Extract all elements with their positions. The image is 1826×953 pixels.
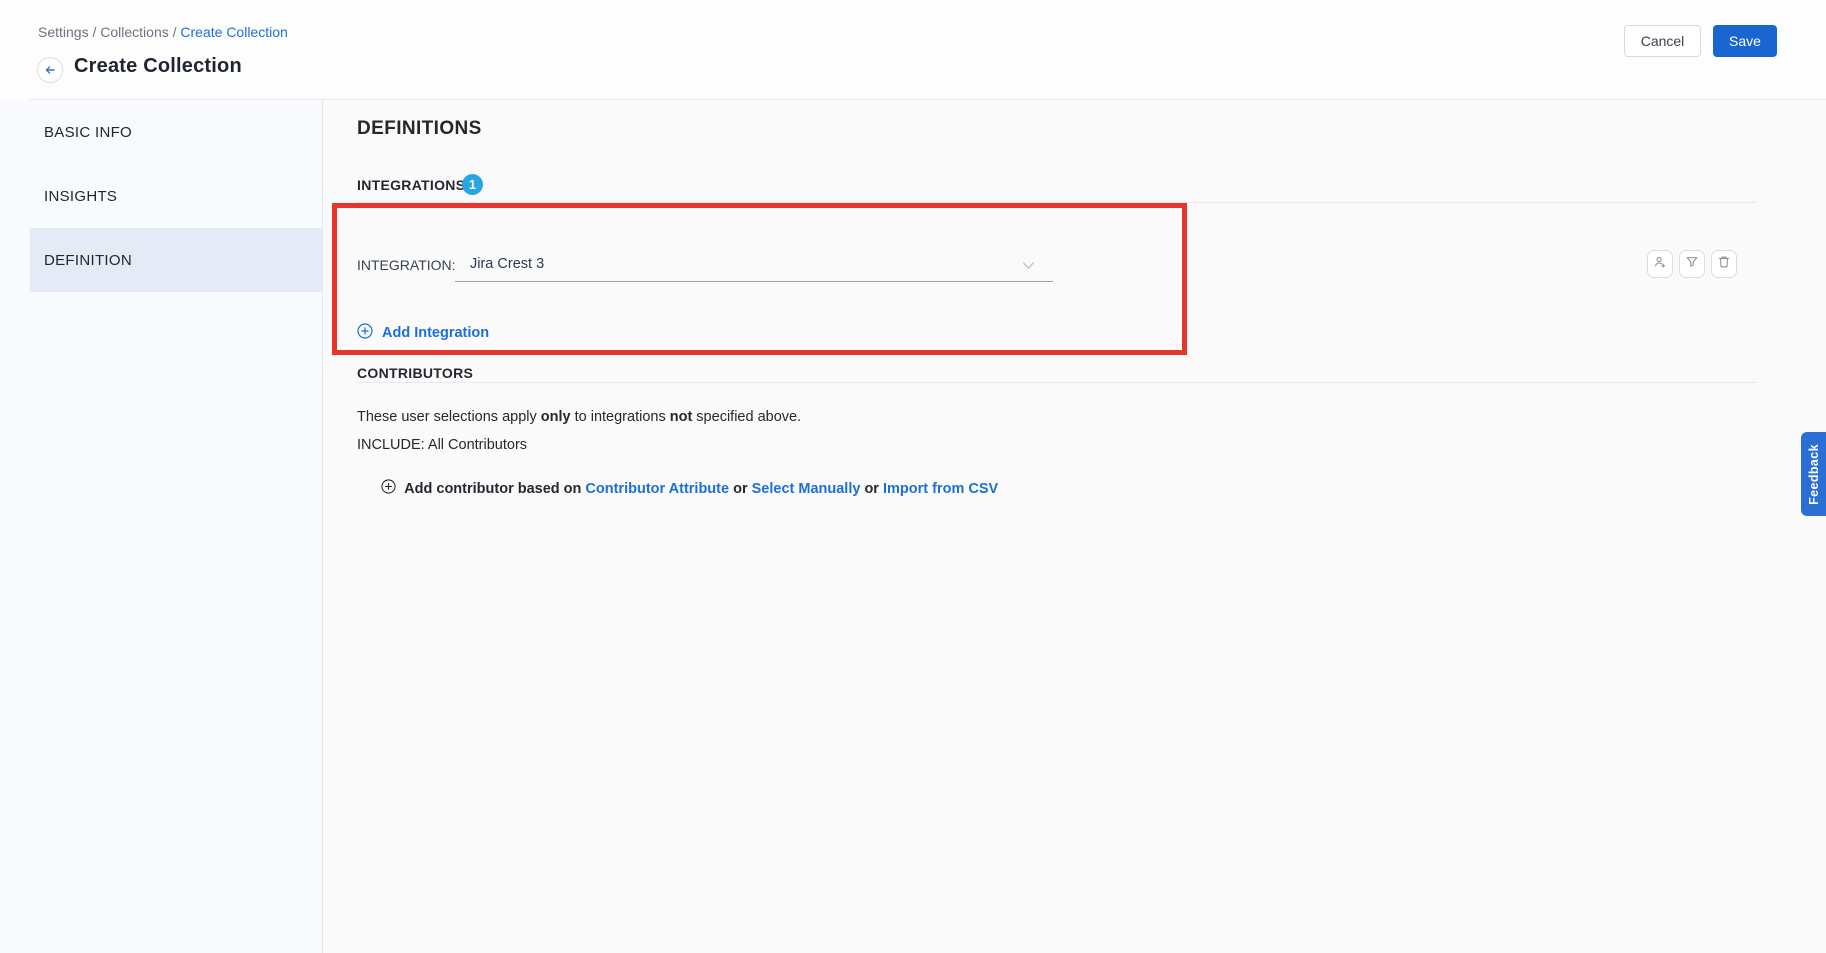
contributors-section-label: CONTRIBUTORS xyxy=(357,365,473,381)
feedback-tab[interactable]: Feedback xyxy=(1801,432,1826,516)
add-integration-link[interactable]: Add Integration xyxy=(357,323,489,343)
delete-button[interactable] xyxy=(1711,250,1737,278)
add-integration-label: Add Integration xyxy=(382,325,489,341)
page-title: Create Collection xyxy=(74,55,242,78)
back-button[interactable] xyxy=(37,57,63,83)
feedback-tab-label: Feedback xyxy=(1807,444,1821,505)
or-text: or xyxy=(729,481,752,497)
include-line: INCLUDE: All Contributors xyxy=(357,437,527,453)
arrow-left-icon xyxy=(43,63,57,77)
plus-circle-icon xyxy=(357,463,396,514)
add-contributor-row: Add contributor based on Contributor Att… xyxy=(357,463,998,514)
sidebar-item-basic-info[interactable]: BASIC INFO xyxy=(30,100,322,164)
trash-icon xyxy=(1717,255,1731,274)
breadcrumb-current[interactable]: Create Collection xyxy=(180,24,287,40)
integrations-count-badge: 1 xyxy=(462,174,483,195)
filter-icon xyxy=(1685,255,1699,274)
breadcrumb: Settings / Collections / Create Collecti… xyxy=(38,24,288,40)
contributors-note: These user selections apply only to inte… xyxy=(357,409,801,425)
note-part: specified above. xyxy=(692,409,801,425)
note-part: These user selections apply xyxy=(357,409,541,425)
integrations-section-label: INTEGRATIONS xyxy=(357,177,465,193)
note-bold: not xyxy=(670,409,693,425)
breadcrumb-path[interactable]: Settings / Collections / xyxy=(38,24,180,40)
integration-select[interactable]: Jira Crest 3 xyxy=(455,248,1053,282)
chevron-down-icon xyxy=(1022,259,1035,277)
user-add-icon xyxy=(1653,255,1667,274)
add-contributor-text: Add contributor based on Contributor Att… xyxy=(404,481,998,497)
save-button[interactable]: Save xyxy=(1713,25,1777,57)
page-header: Settings / Collections / Create Collecti… xyxy=(0,0,1826,100)
definitions-heading: DEFINITIONS xyxy=(357,118,482,140)
import-from-csv-link[interactable]: Import from CSV xyxy=(883,481,998,497)
note-part: to integrations xyxy=(571,409,670,425)
select-manually-link[interactable]: Select Manually xyxy=(752,481,861,497)
note-bold: only xyxy=(541,409,571,425)
add-contributor-prefix: Add contributor based on xyxy=(404,481,585,497)
sidebar-item-definition[interactable]: DEFINITION xyxy=(30,228,322,292)
add-user-button[interactable] xyxy=(1647,250,1673,278)
integration-field-label: INTEGRATION: xyxy=(357,257,456,273)
cancel-button[interactable]: Cancel xyxy=(1624,25,1701,57)
sidebar-item-insights[interactable]: INSIGHTS xyxy=(30,164,322,228)
filter-button[interactable] xyxy=(1679,250,1705,278)
integrations-divider xyxy=(357,202,1756,203)
plus-circle-icon xyxy=(357,323,373,343)
contributor-attribute-link[interactable]: Contributor Attribute xyxy=(585,481,729,497)
integration-select-value: Jira Crest 3 xyxy=(470,256,544,272)
or-text: or xyxy=(860,481,883,497)
settings-sidebar: BASIC INFO INSIGHTS DEFINITION xyxy=(0,100,323,953)
contributors-divider xyxy=(357,382,1756,383)
create-collection-page: Settings / Collections / Create Collecti… xyxy=(0,0,1826,953)
